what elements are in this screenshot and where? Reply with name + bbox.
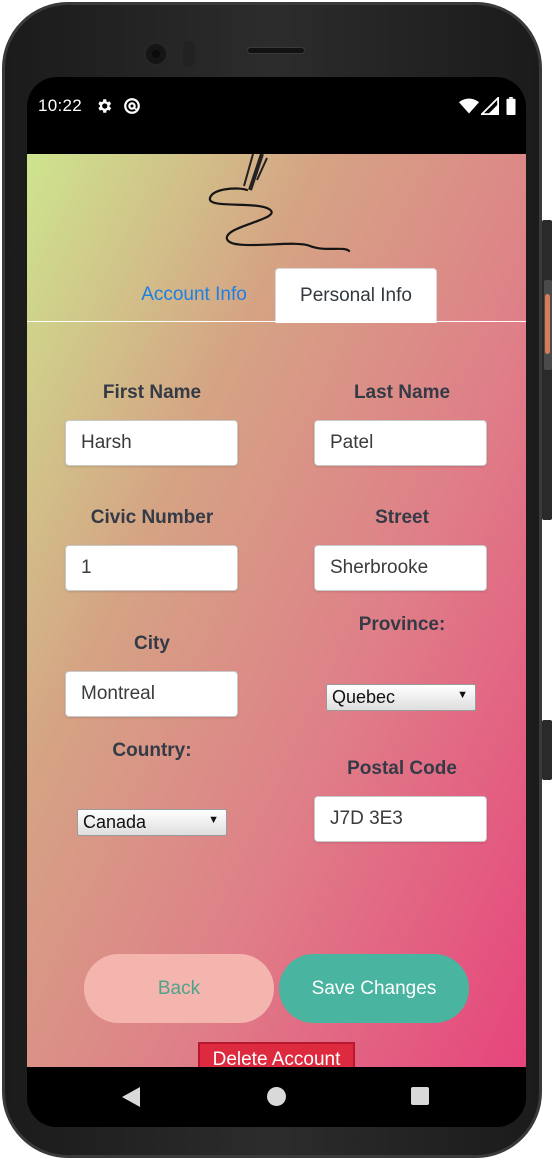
at-icon: [124, 98, 140, 114]
gear-icon: [98, 99, 112, 113]
power-button: [544, 280, 552, 370]
street-label: Street: [375, 507, 429, 528]
street-field[interactable]: Sherbrooke: [314, 545, 487, 591]
tab-personal-info[interactable]: Personal Info: [275, 268, 437, 323]
front-camera: [143, 41, 169, 67]
civic-number-field[interactable]: 1: [65, 545, 238, 591]
earpiece-speaker: [247, 47, 305, 54]
dropdown-arrow-icon: ▼: [457, 689, 468, 701]
status-bar: 10:22: [27, 77, 526, 154]
country-select[interactable]: Canada ▼: [77, 809, 227, 836]
wifi-icon: [459, 98, 479, 114]
battery-icon: [506, 97, 516, 115]
city-label: City: [134, 633, 170, 654]
status-time: 10:22: [38, 96, 83, 115]
first-name-label: First Name: [102, 382, 202, 403]
province-label: Province:: [358, 614, 446, 635]
volume-button: [542, 720, 552, 780]
proximity-sensor: [183, 41, 195, 67]
last-name-label: Last Name: [353, 382, 451, 403]
nav-back-icon[interactable]: [121, 1086, 141, 1108]
tab-account-info[interactable]: Account Info: [127, 268, 261, 322]
country-selected: Canada: [83, 812, 147, 832]
postal-code-field[interactable]: J7D 3E3: [314, 796, 487, 842]
postal-code-label: Postal Code: [347, 758, 457, 779]
tab-divider: [27, 321, 526, 322]
phone-frame: 10:22 Account Info Personal Info First N…: [2, 2, 542, 1158]
back-button[interactable]: Back: [84, 954, 274, 1023]
app-content: Account Info Personal Info First Name La…: [27, 154, 526, 1078]
device-screen: 10:22 Account Info Personal Info First N…: [27, 77, 526, 1127]
side-frame-edge: [542, 220, 552, 520]
first-name-field[interactable]: Harsh: [65, 420, 238, 466]
country-label: Country:: [112, 740, 192, 761]
civic-number-label: Civic Number: [90, 507, 214, 528]
city-field[interactable]: Montreal: [65, 671, 238, 717]
dropdown-arrow-icon: ▼: [208, 814, 219, 826]
province-select[interactable]: Quebec ▼: [326, 684, 476, 711]
nav-recents-icon[interactable]: [411, 1087, 429, 1105]
navigation-bar: [27, 1067, 526, 1127]
tab-bar: Account Info Personal Info: [27, 268, 526, 323]
signal-icon: [481, 97, 499, 115]
save-changes-button[interactable]: Save Changes: [279, 954, 469, 1023]
power-button-accent: [545, 294, 550, 354]
province-selected: Quebec: [332, 687, 396, 707]
nav-home-icon[interactable]: [267, 1087, 286, 1106]
last-name-field[interactable]: Patel: [314, 420, 487, 466]
signature-logo-icon: [208, 154, 351, 253]
